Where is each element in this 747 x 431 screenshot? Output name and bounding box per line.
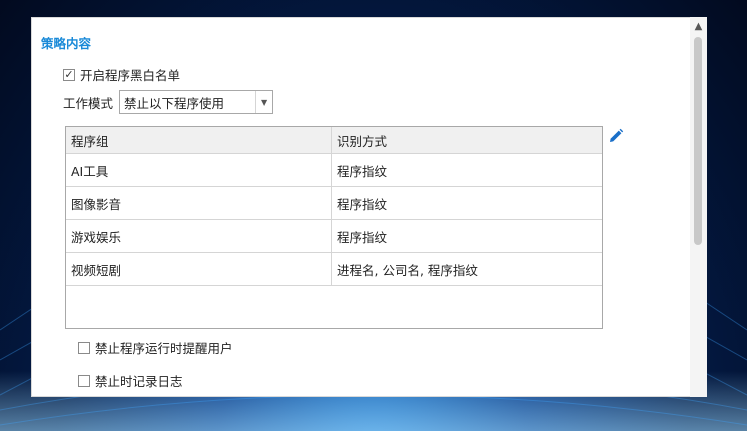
notify-user-row[interactable]: 禁止程序运行时提醒用户: [78, 338, 233, 357]
header-identify-method[interactable]: 识别方式: [332, 127, 602, 153]
work-mode-value: 禁止以下程序使用: [124, 95, 225, 111]
enable-blacklist-checkbox[interactable]: ✓: [63, 68, 75, 81]
cell-identify-method: 程序指纹: [337, 196, 388, 212]
cell-identify-method: 程序指纹: [337, 229, 388, 245]
cell-identify-method: 程序指纹: [337, 163, 388, 179]
scroll-thumb[interactable]: [694, 37, 702, 245]
pencil-icon[interactable]: [608, 128, 624, 144]
work-mode-select[interactable]: 禁止以下程序使用 ▼: [119, 90, 274, 114]
work-mode-label: 工作模式: [63, 95, 114, 111]
vertical-scrollbar[interactable]: ▲: [690, 17, 707, 397]
notify-user-label: 禁止程序运行时提醒用户: [95, 341, 233, 356]
table-row[interactable]: 图像影音 程序指纹: [66, 187, 602, 220]
caret-down-icon[interactable]: ▼: [255, 91, 272, 113]
section-title: 策略内容: [41, 36, 92, 51]
policy-panel: 策略内容 ✓ 开启程序黑白名单 工作模式 禁止以下程序使用 ▼ 程序组 识别方式…: [31, 17, 707, 397]
header-program-group[interactable]: 程序组: [66, 127, 332, 153]
cell-program-group: AI工具: [66, 154, 332, 186]
log-on-block-label: 禁止时记录日志: [95, 374, 183, 389]
enable-blacklist-row[interactable]: ✓ 开启程序黑白名单: [63, 65, 180, 84]
log-on-block-checkbox[interactable]: [78, 374, 90, 387]
cell-program-group: 游戏娱乐: [66, 220, 332, 252]
table-row[interactable]: 游戏娱乐 程序指纹: [66, 220, 602, 253]
table-row[interactable]: 视频短剧 进程名, 公司名, 程序指纹: [66, 253, 602, 286]
program-group-table: 程序组 识别方式 AI工具 程序指纹 图像影音 程序指纹 游戏娱乐 程序指纹 视…: [65, 126, 603, 329]
cell-program-group: 视频短剧: [66, 253, 332, 285]
enable-blacklist-label: 开启程序黑白名单: [80, 68, 181, 83]
notify-user-checkbox[interactable]: [78, 341, 90, 354]
cell-program-group: 图像影音: [66, 187, 332, 219]
cell-identify-method: 进程名, 公司名, 程序指纹: [337, 262, 478, 278]
caret-up-icon[interactable]: ▲: [690, 19, 707, 33]
table-row[interactable]: AI工具 程序指纹: [66, 154, 602, 187]
table-header: 程序组 识别方式: [66, 127, 602, 154]
work-mode-row: 工作模式 禁止以下程序使用 ▼: [63, 90, 274, 114]
log-on-block-row[interactable]: 禁止时记录日志: [78, 371, 183, 390]
